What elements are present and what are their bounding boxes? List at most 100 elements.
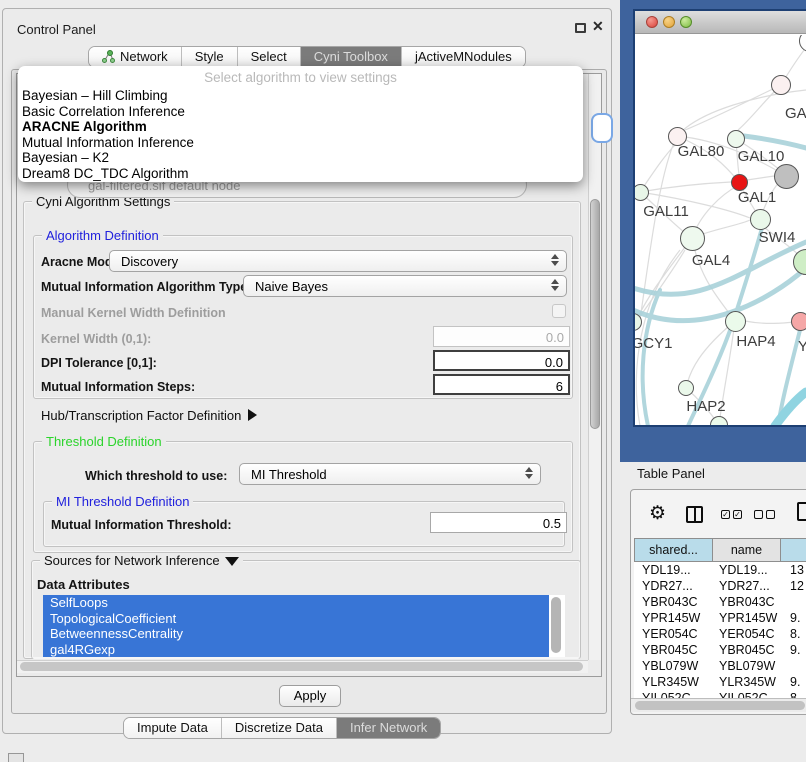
mi-threshold-input[interactable]: 0.5 [430, 512, 567, 533]
deselect-all-checkboxes-icon[interactable] [754, 510, 775, 519]
node-label: GAL4 [692, 252, 730, 269]
list-item[interactable]: TopologicalCoefficient [43, 611, 549, 627]
select-all-checkboxes-icon[interactable]: ✓✓ [721, 510, 742, 519]
manual-kernel-width-checkbox[interactable] [552, 304, 566, 318]
node-gal1[interactable] [731, 174, 748, 191]
dropdown-placeholder: Select algorithm to view settings [18, 70, 583, 88]
aracne-mode-select[interactable]: Discovery [109, 250, 567, 272]
which-threshold-label: Which threshold to use: [85, 469, 227, 483]
tab-network[interactable]: Network [89, 47, 181, 67]
table-row[interactable]: YDR27...YDR27...12 [634, 578, 806, 594]
apply-button[interactable]: Apply [279, 685, 341, 707]
table-panel-title: Table Panel [637, 466, 705, 481]
window-zoom-button[interactable] [680, 16, 692, 28]
node-hap4[interactable] [725, 311, 746, 332]
tab-cyni-toolbox[interactable]: Cyni Toolbox [300, 47, 401, 67]
node-label: HAP4 [736, 333, 775, 350]
node-gal4[interactable] [680, 226, 705, 251]
mi-algorithm-type-select[interactable]: Naive Bayes [243, 275, 567, 297]
tab-infer-network[interactable]: Infer Network [336, 718, 440, 738]
kernel-width-label: Kernel Width (0,1): [41, 332, 151, 346]
network-canvas[interactable]: GAL80 GAL10 GAL1 GAL11 SWI4 GAL4 GCY1 HA… [635, 35, 806, 425]
mi-threshold-group-title: MI Threshold Definition [52, 494, 193, 509]
network-window-titlebar[interactable] [635, 11, 806, 34]
node-label: GAL11 [643, 203, 689, 220]
node-label: GCY1 [635, 335, 672, 352]
node-gal10[interactable] [727, 130, 745, 148]
horizontal-scrollbar-thumb[interactable] [20, 662, 583, 671]
column-header-name[interactable]: name [713, 538, 781, 562]
vertical-scrollbar-thumb[interactable] [590, 199, 600, 429]
kernel-width-input[interactable]: 0.0 [433, 326, 570, 347]
collapsed-panel-button[interactable] [8, 753, 24, 762]
dropdown-item-selected[interactable]: ARACNE Algorithm [18, 119, 583, 135]
sources-group-title[interactable]: Sources for Network Inference [40, 553, 243, 568]
document-icon[interactable] [797, 502, 806, 521]
table-row[interactable]: YPR145WYPR145W9. [634, 610, 806, 626]
tab-impute-data[interactable]: Impute Data [124, 718, 221, 738]
data-attributes-list[interactable]: SelfLoops TopologicalCoefficient Between… [43, 595, 565, 657]
dropdown-item[interactable]: Bayesian – Hill Climbing [18, 88, 583, 104]
spinner-arrows-icon [551, 254, 559, 266]
which-threshold-select[interactable]: MI Threshold [239, 463, 541, 485]
gear-icon[interactable]: ⚙ [649, 504, 666, 523]
window-close-button[interactable] [646, 16, 658, 28]
table-row[interactable]: YDL19...YDL19...13 [634, 562, 806, 578]
tab-network-label: Network [120, 47, 168, 67]
control-panel-title: Control Panel [17, 22, 96, 37]
screen: Control Panel ✕ Network Style Select Cyn… [0, 0, 806, 762]
cyni-bottom-tabs: Impute Data Discretize Data Infer Networ… [123, 717, 441, 739]
table-panel-window: ⚙ ✓✓ shared... name YDL19...YDL19...13 Y… [630, 489, 806, 715]
dropdown-item[interactable]: Dream8 DC_TDC Algorithm [18, 166, 583, 182]
table-row[interactable]: YBR043CYBR043C [634, 594, 806, 610]
node-pink-top[interactable] [771, 75, 791, 95]
node-gal11[interactable] [635, 184, 649, 201]
table-row[interactable]: YLR345WYLR345W9. [634, 674, 806, 690]
table-toolbar: ⚙ ✓✓ [631, 490, 806, 538]
threshold-definition-title: Threshold Definition [42, 434, 166, 449]
table-horizontal-scrollbar[interactable] [631, 698, 806, 712]
control-panel-tabs: Network Style Select Cyni Toolbox jActiv… [88, 46, 526, 68]
table-row[interactable]: YBR045CYBR045C9. [634, 642, 806, 658]
node-hap2[interactable] [678, 380, 694, 396]
node-label: SWI4 [759, 229, 796, 246]
mi-algorithm-type-label: Mutual Information Algorithm Type: [41, 280, 251, 294]
dpi-tolerance-input[interactable]: 0.0 [433, 350, 570, 371]
tab-select[interactable]: Select [237, 47, 300, 67]
dropdown-item[interactable]: Basic Correlation Inference [18, 104, 583, 120]
node-label: Y [798, 338, 806, 355]
expand-arrow-icon [225, 557, 239, 566]
tab-style[interactable]: Style [181, 47, 237, 67]
table-hscrollbar-thumb[interactable] [635, 701, 805, 710]
table-body: YDL19...YDL19...13 YDR27...YDR27...12 YB… [634, 562, 806, 712]
mi-threshold-label: Mutual Information Threshold: [51, 518, 232, 532]
manual-kernel-width-label: Manual Kernel Width Definition [41, 306, 226, 320]
node-gray[interactable] [774, 164, 799, 189]
list-scrollbar-thumb[interactable] [551, 597, 561, 653]
spinner-arrows-icon [551, 279, 559, 291]
node-swi4[interactable] [750, 209, 771, 230]
column-header-shared-name[interactable]: shared... [634, 538, 713, 562]
list-item[interactable]: gal4RGexp [43, 642, 549, 658]
node-label: GAL [785, 105, 806, 122]
window-minimize-button[interactable] [663, 16, 675, 28]
table-row[interactable]: YER054CYER054C8. [634, 626, 806, 642]
list-item[interactable]: SelfLoops [43, 595, 549, 611]
table-header-row: shared... name [634, 538, 806, 562]
close-icon[interactable]: ✕ [592, 18, 604, 35]
list-item[interactable]: BetweennessCentrality [43, 626, 549, 642]
table-row[interactable]: YBL079WYBL079W [634, 658, 806, 674]
dropdown-item[interactable]: Mutual Information Inference [18, 135, 583, 151]
column-header-cut[interactable] [781, 538, 806, 562]
mi-steps-input[interactable]: 6 [433, 374, 570, 395]
float-panel-icon[interactable] [575, 23, 586, 33]
node-salmon[interactable] [791, 312, 806, 331]
data-attributes-label: Data Attributes [37, 577, 130, 592]
tab-discretize-data[interactable]: Discretize Data [221, 718, 336, 738]
tab-jactivemnodules[interactable]: jActiveMNodules [401, 47, 525, 67]
hub-definition-toggle[interactable]: Hub/Transcription Factor Definition [41, 408, 257, 423]
node-label: HAP2 [686, 398, 725, 415]
dropdown-item[interactable]: Bayesian – K2 [18, 150, 583, 166]
columns-icon[interactable] [686, 506, 703, 523]
focused-combo-edge[interactable] [591, 113, 613, 143]
